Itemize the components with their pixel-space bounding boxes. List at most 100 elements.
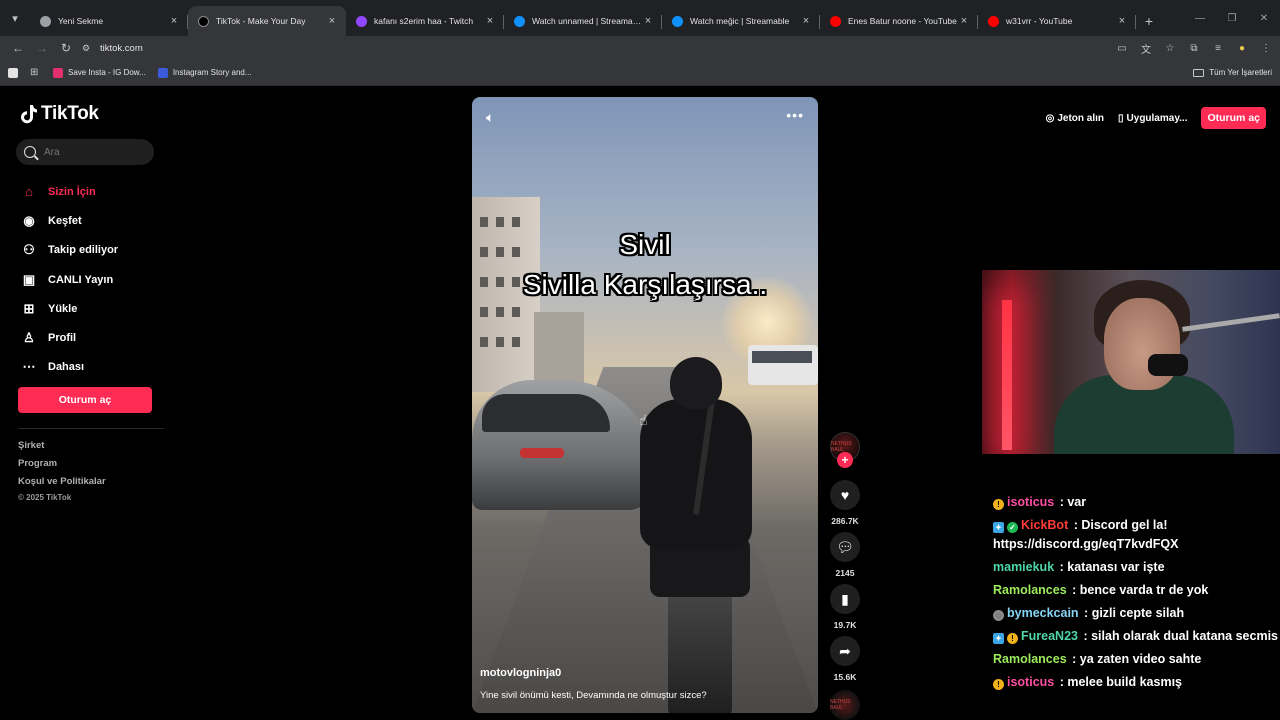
video-description: Yine sivil önümü kesti, Devamında ne olm… [480, 690, 707, 701]
minimize-icon[interactable]: — [1184, 13, 1216, 24]
chat-username[interactable]: Ramolances [993, 583, 1067, 597]
translate-icon[interactable]: 文 [1138, 41, 1154, 56]
video-more-icon[interactable]: ••• [786, 107, 804, 123]
chat-message: ! isoticus : melee build kasmış [993, 673, 1280, 692]
browser-tab[interactable]: Yeni Sekme × [30, 6, 188, 36]
tab-title: Enes Batur noone - YouTube [848, 16, 957, 26]
chat-text: katanası var işte [1067, 560, 1165, 574]
comment-action[interactable]: 💬︎ 2145 [828, 532, 862, 578]
back-icon[interactable]: ← [6, 41, 30, 55]
comment-icon[interactable]: 💬︎ [830, 532, 860, 562]
chat-username[interactable]: isoticus [1007, 675, 1054, 689]
video-player[interactable]: Sivil Sivilla Karşılaşırsa.. 🔈︎ ••• ☝︎ m… [472, 97, 818, 713]
tab-close-icon[interactable]: × [642, 15, 654, 27]
footer-link-program[interactable]: Program [18, 458, 106, 476]
reading-list-icon[interactable]: ≡ [1210, 43, 1226, 54]
heart-icon[interactable]: ♥ [830, 480, 860, 510]
top-login-button[interactable]: Oturum aç [1201, 107, 1266, 129]
phone-icon: ▯ [1118, 112, 1124, 124]
tab-close-icon[interactable]: × [958, 15, 970, 27]
gold-badge-icon: ! [993, 499, 1004, 510]
new-tab-button[interactable]: + [1136, 6, 1162, 36]
footer-link-terms[interactable]: Koşul ve Politikalar [18, 476, 106, 494]
sidebar-login-button[interactable]: Oturum aç [18, 387, 152, 413]
sidebar-nav: ⌂ Sizin İçin ◉ Keşfet ⚇ Takip ediliyor ▣ CANLI … [20, 177, 170, 382]
bookmark-star-icon[interactable]: ☆ [1162, 43, 1178, 54]
cast-icon[interactable]: ▭ [1114, 43, 1130, 54]
forward-icon[interactable]: → [30, 41, 54, 55]
share-action[interactable]: ➦ 15.6K [828, 636, 862, 682]
follow-plus-button[interactable]: + [837, 452, 853, 468]
tiktok-logo[interactable]: TikTok [20, 103, 99, 125]
chat-username[interactable]: isoticus [1007, 495, 1054, 509]
sidebar-item-home[interactable]: ⌂ Sizin İçin [20, 177, 170, 206]
sidebar-item-following[interactable]: ⚇ Takip ediliyor [20, 236, 170, 265]
stream-chat: ! isoticus : var ✦ ✓ KickBot : Discord gel l… [993, 493, 1280, 696]
reload-icon[interactable]: ↻ [54, 41, 78, 55]
footer-link-company[interactable]: Şirket [18, 440, 106, 458]
browser-tab[interactable]: TikTok - Make Your Day × [188, 6, 346, 36]
sidebar-item-compass[interactable]: ◉ Keşfet [20, 206, 170, 235]
tab-close-icon[interactable]: × [326, 15, 338, 27]
share-icon[interactable]: ➦ [830, 636, 860, 666]
search-input[interactable] [44, 146, 144, 158]
chat-username[interactable]: KickBot [1021, 518, 1068, 532]
volume-icon[interactable]: 🔈︎ [486, 109, 494, 126]
chat-message: ✦! FureaN23 : silah olarak dual katana se… [993, 627, 1280, 646]
get-app-link[interactable]: ▯ Uygulamay... [1118, 113, 1187, 124]
chat-message: ✦ ✓ KickBot : Discord gel la! https://disc… [993, 516, 1280, 554]
profile-icon[interactable]: ● [1234, 43, 1250, 54]
tab-close-icon[interactable]: × [484, 15, 496, 27]
menu-icon[interactable]: ⋮ [1258, 43, 1274, 54]
tab-favicon-icon [356, 15, 367, 27]
bookmark-icon[interactable]: ▮ [830, 584, 860, 614]
app-square-icon[interactable] [8, 67, 18, 78]
get-app-label: Uygulamay... [1126, 112, 1188, 124]
chat-separator: : [1070, 518, 1082, 532]
apps-grid-icon[interactable]: ⊞ [30, 67, 41, 78]
logo-text: TikTok [41, 103, 99, 124]
like-action[interactable]: ♥ 286.7K [828, 480, 862, 526]
browser-tab[interactable]: Watch unnamed | Streamable × [504, 6, 662, 36]
tab-title: w31vrr - YouTube [1006, 16, 1073, 26]
search-box[interactable] [16, 139, 154, 165]
all-bookmarks[interactable]: Tüm Yer İşaretleri [1193, 68, 1272, 77]
maximize-icon[interactable]: ❐ [1216, 13, 1248, 24]
live-icon: ▣ [22, 271, 36, 287]
folder-icon [1193, 68, 1205, 77]
extensions-icon[interactable]: ⧉ [1186, 43, 1202, 54]
chat-username[interactable]: FureaN23 [1021, 629, 1078, 643]
chat-username[interactable]: Ramolances [993, 652, 1067, 666]
tab-close-icon[interactable]: × [800, 15, 812, 27]
bookmark-save-insta[interactable]: Save Insta - IG Dow... [53, 67, 146, 78]
bookmark-label: Instagram Story and... [172, 68, 252, 77]
video-author[interactable]: motovlogninja0 [480, 667, 561, 679]
tab-close-icon[interactable]: × [168, 15, 180, 27]
bookmark-instagram-story[interactable]: Instagram Story and... [157, 67, 252, 78]
get-coins-link[interactable]: ◎ Jeton alın [1046, 113, 1104, 124]
browser-tab[interactable]: Enes Batur noone - YouTube × [820, 6, 978, 36]
site-info-icon[interactable]: ⚙ [82, 43, 100, 54]
chat-username[interactable]: bymeckcain [1007, 606, 1079, 620]
chat-username[interactable]: mamiekuk [993, 560, 1054, 574]
sidebar-item-more[interactable]: ⋯ Dahası [20, 353, 170, 382]
more-icon: ⋯ [22, 359, 36, 375]
bookmark-favicon-icon [157, 67, 168, 78]
music-disc[interactable]: NETHUS BAUL [830, 690, 860, 720]
compass-icon: ◉ [23, 212, 35, 228]
tab-search-icon[interactable]: ▾ [0, 0, 30, 36]
close-window-icon[interactable]: ✕ [1248, 13, 1280, 24]
sidebar-item-profile[interactable]: ♙ Profil [20, 323, 170, 352]
browser-tab[interactable]: Watch meğic | Streamable × [662, 6, 820, 36]
address-bar[interactable]: ⚙ tiktok.com [82, 37, 1106, 59]
browser-tab[interactable]: w31vrr - YouTube × [978, 6, 1136, 36]
tab-title: TikTok - Make Your Day [216, 16, 306, 26]
tab-close-icon[interactable]: × [1116, 15, 1128, 27]
sidebar-item-upload[interactable]: ⊞ Yükle [20, 294, 170, 323]
browser-tab[interactable]: kafanı s2erim haa - Twitch × [346, 6, 504, 36]
profile-icon: ♙ [23, 330, 35, 346]
save-action[interactable]: ▮ 19.7K [828, 584, 862, 630]
sidebar-footer-links: Şirket Program Koşul ve Politikalar [18, 440, 106, 494]
share-count: 15.6K [833, 672, 857, 682]
sidebar-item-live[interactable]: ▣ CANLI Yayın [20, 265, 170, 294]
